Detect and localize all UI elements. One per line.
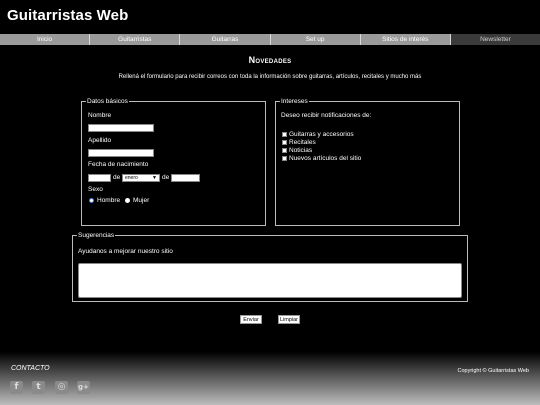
nav-item-set-up[interactable]: Set up xyxy=(271,34,361,45)
nombre-input[interactable] xyxy=(88,124,154,132)
intro-text: Rellená el formulario para recibir corre… xyxy=(118,74,422,80)
google-plus-icon[interactable]: g+ xyxy=(77,381,90,394)
checkbox-recitales-label: Recitales xyxy=(289,139,316,146)
main-nav: Inicio Guitarristas Guitarras Set up Sit… xyxy=(0,34,540,45)
checkbox-noticias[interactable] xyxy=(282,148,287,153)
intereses-prompt: Deseo recibir notificaciones de: xyxy=(281,112,372,119)
checkbox-recitales[interactable] xyxy=(282,140,287,145)
nav-item-inicio[interactable]: Inicio xyxy=(0,34,91,45)
footer xyxy=(0,352,540,405)
facebook-icon[interactable]: f xyxy=(10,381,23,394)
limpiar-button[interactable]: Limpiar xyxy=(278,315,300,324)
sugerencias-textarea[interactable] xyxy=(78,263,462,298)
mes-selected-value: enero xyxy=(125,175,138,181)
nav-item-guitarristas[interactable]: Guitarristas xyxy=(90,34,181,45)
sugerencias-prompt: Ayudanos a mejorar nuestro sitio xyxy=(78,248,173,255)
instagram-icon[interactable]: ◎ xyxy=(55,381,68,394)
copyright: Copyright © Guitarristas Web xyxy=(457,368,529,374)
checkbox-guitarras[interactable] xyxy=(282,132,287,137)
anio-input[interactable] xyxy=(171,174,200,182)
de-label-1: de xyxy=(113,174,121,181)
radio-mujer-label: Mujer xyxy=(133,197,150,204)
nav-item-sitios-de-interes[interactable]: Sitios de interés xyxy=(361,34,451,45)
radio-hombre-label: Hombre xyxy=(97,197,121,204)
apellido-label: Apellido xyxy=(88,137,112,144)
de-label-2: de xyxy=(162,174,170,181)
radio-mujer[interactable] xyxy=(125,198,130,203)
datos-basicos-legend: Datos básicos xyxy=(87,98,128,105)
checkbox-nuevos-articulos[interactable] xyxy=(282,156,287,161)
contact-heading: CONTACTO xyxy=(11,365,50,372)
checkbox-noticias-label: Noticias xyxy=(289,147,313,154)
mes-select[interactable]: enero ▼ xyxy=(122,174,160,182)
intereses-legend: Intereses xyxy=(281,98,308,105)
nav-item-guitarras[interactable]: Guitarras xyxy=(180,34,271,45)
enviar-button[interactable]: Enviar xyxy=(240,315,262,324)
checkbox-guitarras-label: Guitarras y accesorios xyxy=(289,131,354,138)
radio-hombre[interactable] xyxy=(89,198,94,203)
sugerencias-legend: Sugerencias xyxy=(78,232,115,239)
nav-item-newsletter[interactable]: Newsletter xyxy=(450,34,540,45)
fecha-nacimiento-label: Fecha de nacimiento xyxy=(88,161,149,168)
sexo-label: Sexo xyxy=(88,186,103,193)
dia-input[interactable] xyxy=(88,174,111,182)
chevron-down-icon: ▼ xyxy=(152,175,157,181)
apellido-input[interactable] xyxy=(88,149,154,157)
checkbox-nuevos-articulos-label: Nuevos artículos del sitio xyxy=(289,155,362,162)
section-title: Novedades xyxy=(248,55,292,65)
nombre-label: Nombre xyxy=(88,112,112,119)
site-title: Guitarristas Web xyxy=(7,7,129,24)
twitter-icon[interactable]: t xyxy=(32,381,45,394)
